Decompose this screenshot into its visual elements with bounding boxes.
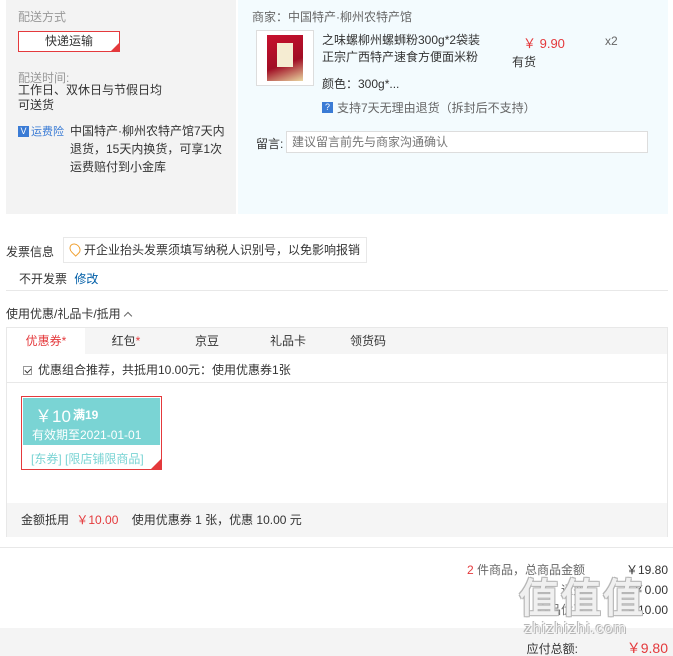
invoice-title: 发票信息: [6, 245, 55, 259]
coupon-card-header: ￥10 满19 有效期至2021-01-01: [23, 398, 160, 445]
insurance-badge-label: 运费险: [31, 126, 64, 138]
product-title[interactable]: 之味螺柳州螺蛳粉300g*2袋装 正宗广西特产速食方便面米粉: [322, 32, 492, 66]
selected-corner-icon: [151, 459, 161, 469]
coupon-section-toggle[interactable]: 使用优惠/礼品卡/抵用: [6, 305, 132, 322]
tab-label: 京豆: [194, 334, 219, 348]
tab-label: 领货码: [349, 334, 386, 348]
coupon-tabs: 优惠券* 红包* 京豆 礼品卡 领货码: [7, 328, 667, 355]
tab-redeem-code[interactable]: 领货码: [329, 328, 407, 354]
tab-label: 红包: [111, 334, 136, 348]
product-panel: 商家：中国特产·柳州农特产馆 之味螺柳州螺蛳粉300g*2袋装 正宗广西特产速食…: [238, 0, 668, 214]
invoice-value-text: 不开发票: [19, 272, 68, 286]
insurance-line: 退货，15天内换货，可享1次: [70, 142, 223, 156]
product-image[interactable]: [256, 30, 314, 86]
return-policy[interactable]: ? 支持7天无理由退货（拆封后不支持）: [322, 99, 536, 116]
watermark-logo: 值值值: [519, 577, 645, 621]
return-policy-icon: ?: [322, 102, 333, 113]
tab-label: 礼品卡: [269, 334, 306, 348]
shipping-time-value: 工作日、双休日与节假日均 可送货: [18, 83, 208, 113]
order-section: 配送方式 快递运输 配送时间: 工作日、双休日与节假日均 可送货 V 运费险 中…: [6, 0, 668, 214]
watermark-url: zhizhizhi.com: [524, 620, 628, 637]
shipping-time-line: 可送货: [18, 98, 55, 112]
product-package-icon: [267, 35, 303, 81]
tab-gift-card[interactable]: 礼品卡: [247, 328, 329, 354]
coupon-summary-label: 金额抵用: [21, 513, 70, 527]
combo-checkbox[interactable]: [23, 366, 32, 375]
coupon-condition: 满19: [73, 408, 99, 422]
tab-red-packet[interactable]: 红包*: [85, 328, 167, 354]
divider: [0, 547, 673, 548]
product-title-line: 之味螺柳州螺蛳粉300g*2袋装: [322, 33, 481, 47]
express-shipping-label: 快递运输: [44, 34, 93, 48]
tab-label: 优惠券: [25, 334, 62, 348]
coupon-panel: 优惠券* 红包* 京豆 礼品卡 领货码 优惠组合推荐，共抵用10.00元：使用优…: [6, 327, 668, 537]
combo-text: 优惠组合推荐，共抵用10.00元：使用优惠券1张: [38, 363, 291, 377]
invoice-value: 不开发票 修改: [19, 270, 98, 287]
coupon-summary: 金额抵用 ￥10.00 使用优惠券 1 张，优惠 10.00 元: [7, 503, 667, 537]
coupon-section-title: 使用优惠/礼品卡/抵用: [6, 307, 121, 321]
divider: [6, 290, 668, 291]
insurance-icon: V: [18, 125, 29, 137]
return-policy-text: 支持7天无理由退货（拆封后不支持）: [337, 101, 536, 115]
invoice-edit-link[interactable]: 修改: [74, 272, 98, 286]
tab-jd-beans[interactable]: 京豆: [167, 328, 247, 354]
tab-star: *: [135, 334, 141, 348]
site-watermark: 值值值 zhizhizhi.com: [519, 566, 669, 656]
product-quantity: x2: [605, 34, 618, 48]
message-label: 留言:: [256, 137, 284, 151]
insurance-description: 中国特产·柳州农特产馆7天内 退货，15天内换货，可享1次 运费赔付到小金库: [70, 122, 230, 176]
tab-coupon[interactable]: 优惠券*: [7, 328, 85, 355]
product-color: 颜色：300g*...: [322, 77, 400, 91]
coupon-summary-detail: 使用优惠券 1 张，优惠 10.00 元: [131, 513, 302, 527]
product-stock: 有货: [512, 55, 537, 69]
shipping-method-label: 配送方式: [18, 10, 67, 24]
coupon-card[interactable]: ￥10 满19 有效期至2021-01-01 [东券] [限店铺限商品]: [21, 396, 162, 470]
message-input[interactable]: [286, 131, 648, 153]
product-price: ￥ 9.90: [523, 36, 565, 51]
chevron-up-icon: [123, 311, 132, 321]
insurance-line: 中国特产·柳州农特产馆7天内: [70, 124, 225, 138]
selected-corner-icon: [111, 43, 119, 51]
goods-count: 2: [466, 563, 474, 577]
coupon-amount: ￥10: [35, 407, 71, 426]
invoice-tip-text: 开企业抬头发票须填写纳税人识别号，以免影响报销: [84, 243, 361, 257]
coupon-validity: 有效期至2021-01-01: [32, 428, 142, 442]
express-shipping-button[interactable]: 快递运输: [18, 31, 120, 52]
coupon-combo-recommend[interactable]: 优惠组合推荐，共抵用10.00元：使用优惠券1张: [7, 358, 667, 383]
product-title-line: 正宗广西特产速食方便面米粉: [322, 50, 479, 64]
shipping-time-line: 工作日、双休日与节假日均: [18, 83, 163, 97]
insurance-line: 运费赔付到小金库: [70, 160, 167, 174]
tab-star: *: [61, 334, 67, 348]
invoice-tip: 开企业抬头发票须填写纳税人识别号，以免影响报销: [63, 237, 368, 263]
shipping-insurance-badge[interactable]: V 运费险: [18, 123, 64, 139]
coupon-summary-amount: ￥10.00: [76, 513, 119, 527]
shop-name[interactable]: 商家：中国特产·柳州农特产馆: [252, 8, 412, 25]
coupon-tags: [东券] [限店铺限商品]: [31, 452, 144, 466]
location-pin-icon: [67, 241, 83, 257]
